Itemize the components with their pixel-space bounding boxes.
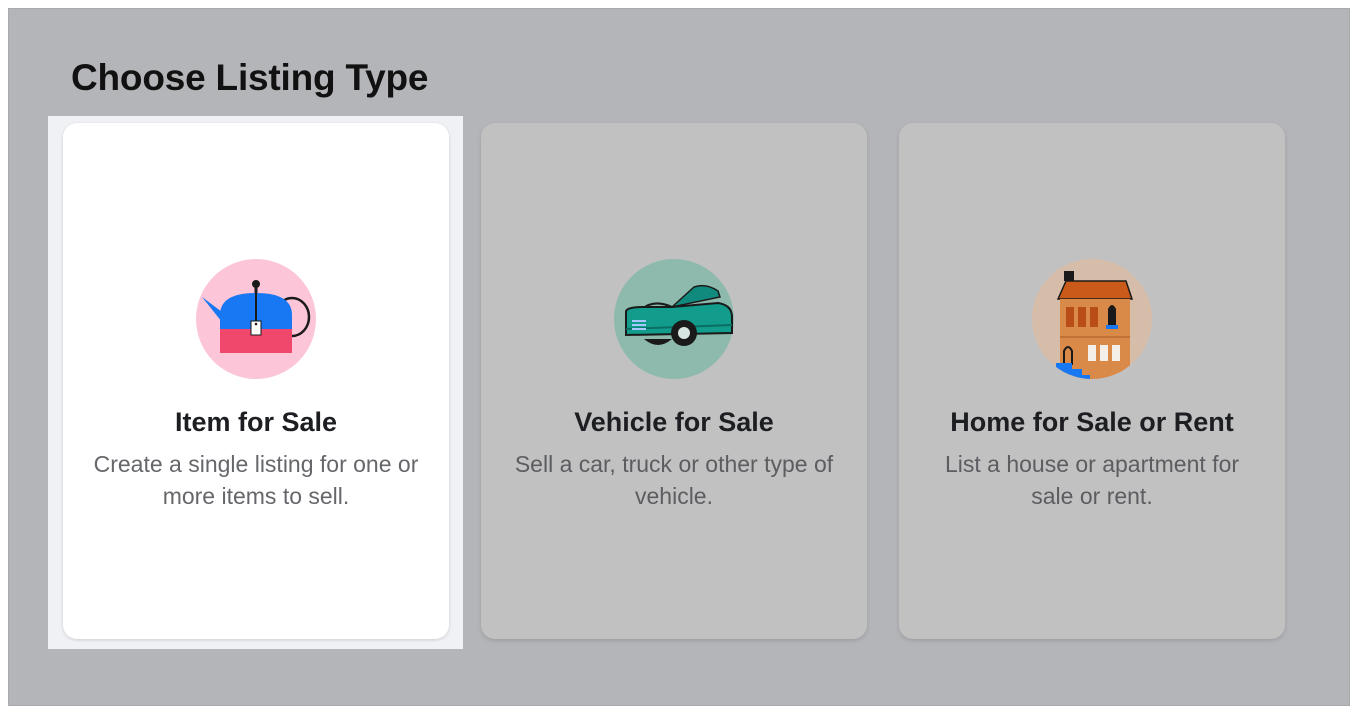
card-title: Home for Sale or Rent (950, 407, 1234, 437)
vehicle-for-sale-card[interactable]: Vehicle for Sale Sell a car, truck or ot… (481, 123, 867, 639)
card-description: Create a single listing for one or more … (93, 451, 419, 509)
card-description: Sell a car, truck or other type of vehic… (514, 451, 834, 509)
listing-type-dialog: Choose Listing Type Item for Sale Create… (8, 8, 1350, 706)
card-title: Item for Sale (174, 407, 338, 437)
card-title: Vehicle for Sale (574, 407, 774, 437)
page-title: Choose Listing Type (71, 57, 429, 98)
car-icon (614, 259, 734, 379)
card-description: List a house or apartment for sale or re… (944, 451, 1240, 509)
house-icon (1032, 259, 1152, 379)
teapot-price-tag-icon (196, 259, 316, 379)
item-for-sale-card[interactable]: Item for Sale Create a single listing fo… (63, 123, 449, 639)
home-for-sale-or-rent-card[interactable]: Home for Sale or Rent List a house or ap… (899, 123, 1285, 639)
